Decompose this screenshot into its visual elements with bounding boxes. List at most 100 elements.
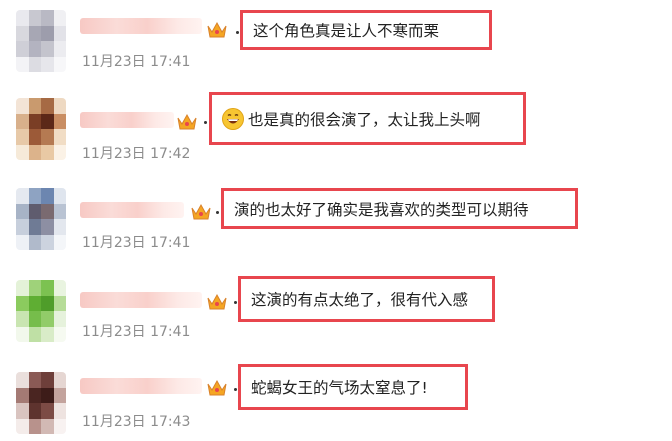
separator-dot — [204, 121, 207, 124]
avatar-mosaic-cell — [16, 280, 29, 296]
avatar-mosaic-cell — [41, 25, 54, 41]
comment-item: 这演的有点太绝了，很有代入感 11月23日 17:41 — [0, 264, 672, 352]
comment-text: 这个角色真是让人不寒而栗 — [253, 22, 440, 40]
avatar-mosaic-cell — [28, 188, 41, 204]
avatar-mosaic-cell — [16, 326, 29, 342]
avatar-mosaic-cell — [53, 372, 66, 388]
avatar-mosaic-cell — [53, 326, 66, 342]
avatar-mosaic-cell — [53, 188, 66, 204]
comment-time: 11月23日 17:41 — [82, 54, 191, 70]
avatar[interactable] — [16, 372, 66, 434]
avatar-mosaic-cell — [53, 113, 66, 129]
comment-time: 11月23日 17:41 — [82, 324, 191, 340]
avatar-mosaic-cell — [41, 10, 54, 26]
crown-badge-icon — [207, 379, 227, 396]
crown-badge-icon — [191, 203, 211, 220]
avatar-mosaic-cell — [28, 144, 41, 160]
avatar-mosaic-cell — [16, 188, 29, 204]
avatar-mosaic-cell — [41, 418, 54, 434]
avatar-mosaic-cell — [41, 144, 54, 160]
avatar-mosaic-cell — [53, 129, 66, 145]
username-blurred[interactable] — [80, 18, 202, 34]
avatar-mosaic-cell — [16, 387, 29, 403]
separator-dot — [216, 211, 219, 214]
avatar-mosaic-cell — [16, 418, 29, 434]
comment-time: 11月23日 17:42 — [82, 146, 191, 162]
avatar[interactable] — [16, 280, 66, 342]
avatar-mosaic-cell — [41, 326, 54, 342]
avatar-mosaic-cell — [41, 56, 54, 72]
crown-badge-icon — [207, 293, 227, 310]
avatar-mosaic-cell — [53, 56, 66, 72]
avatar-mosaic-cell — [41, 372, 54, 388]
grinning-face-emoji-icon — [222, 107, 244, 130]
avatar-mosaic-cell — [41, 403, 54, 419]
avatar-mosaic-cell — [28, 418, 41, 434]
avatar-mosaic-cell — [28, 372, 41, 388]
avatar-mosaic-cell — [53, 418, 66, 434]
avatar-mosaic-cell — [28, 41, 41, 57]
avatar-mosaic-cell — [16, 113, 29, 129]
avatar-mosaic-cell — [16, 10, 29, 26]
crown-badge-icon — [207, 21, 227, 38]
comment-text: 也是真的很会演了，太让我上头啊 — [248, 110, 481, 129]
avatar-mosaic-cell — [28, 219, 41, 235]
crown-badge-icon — [177, 113, 197, 130]
username-blurred[interactable] — [80, 292, 202, 308]
avatar-mosaic-cell — [28, 25, 41, 41]
comment-text-box: 蛇蝎女王的气场太窒息了! — [238, 364, 468, 410]
avatar-mosaic-cell — [16, 295, 29, 311]
avatar-mosaic-cell — [41, 98, 54, 114]
comment-item: 也是真的很会演了，太让我上头啊 11月23日 17:42 — [0, 88, 672, 176]
avatar-mosaic-cell — [53, 219, 66, 235]
avatar-mosaic-cell — [41, 113, 54, 129]
avatar-mosaic-cell — [16, 219, 29, 235]
avatar-mosaic-cell — [28, 295, 41, 311]
avatar-mosaic-cell — [28, 113, 41, 129]
avatar-mosaic-cell — [53, 41, 66, 57]
avatar-mosaic-cell — [53, 311, 66, 327]
comment-text: 这演的有点太绝了，很有代入感 — [251, 291, 469, 309]
comment-text: 蛇蝎女王的气场太窒息了! — [251, 379, 428, 397]
avatar-mosaic-cell — [16, 25, 29, 41]
separator-dot — [234, 301, 237, 304]
avatar-mosaic-cell — [28, 10, 41, 26]
username-blurred[interactable] — [80, 378, 202, 394]
avatar-mosaic-cell — [28, 234, 41, 250]
avatar-mosaic-cell — [53, 98, 66, 114]
avatar-mosaic-cell — [28, 129, 41, 145]
avatar-mosaic-cell — [41, 203, 54, 219]
avatar-mosaic-cell — [53, 403, 66, 419]
comment-item: 演的也太好了确实是我喜欢的类型可以期待 11月23日 17:41 — [0, 176, 672, 264]
comment-text-box: 这演的有点太绝了，很有代入感 — [238, 276, 495, 322]
avatar[interactable] — [16, 98, 66, 160]
avatar-mosaic-cell — [28, 326, 41, 342]
username-blurred[interactable] — [80, 112, 174, 128]
avatar-mosaic-cell — [16, 372, 29, 388]
comment-time: 11月23日 17:43 — [82, 414, 191, 430]
avatar[interactable] — [16, 188, 66, 250]
avatar[interactable] — [16, 10, 66, 72]
avatar-mosaic-cell — [16, 203, 29, 219]
avatar-mosaic-cell — [16, 144, 29, 160]
avatar-mosaic-cell — [28, 280, 41, 296]
username-blurred[interactable] — [80, 202, 184, 218]
avatar-mosaic-cell — [16, 403, 29, 419]
avatar-mosaic-cell — [41, 295, 54, 311]
avatar-mosaic-cell — [16, 41, 29, 57]
avatar-mosaic-cell — [53, 144, 66, 160]
separator-dot — [236, 31, 239, 34]
avatar-mosaic-cell — [41, 280, 54, 296]
avatar-mosaic-cell — [16, 98, 29, 114]
avatar-mosaic-cell — [41, 188, 54, 204]
avatar-mosaic-cell — [41, 311, 54, 327]
avatar-mosaic-cell — [41, 129, 54, 145]
avatar-mosaic-cell — [41, 219, 54, 235]
avatar-mosaic-cell — [16, 234, 29, 250]
avatar-mosaic-cell — [41, 387, 54, 403]
avatar-mosaic-cell — [28, 387, 41, 403]
comment-item: 蛇蝎女王的气场太窒息了! 11月23日 17:43 — [0, 352, 672, 440]
comment-time: 11月23日 17:41 — [82, 235, 191, 251]
comment-text: 演的也太好了确实是我喜欢的类型可以期待 — [234, 200, 529, 219]
avatar-mosaic-cell — [28, 403, 41, 419]
